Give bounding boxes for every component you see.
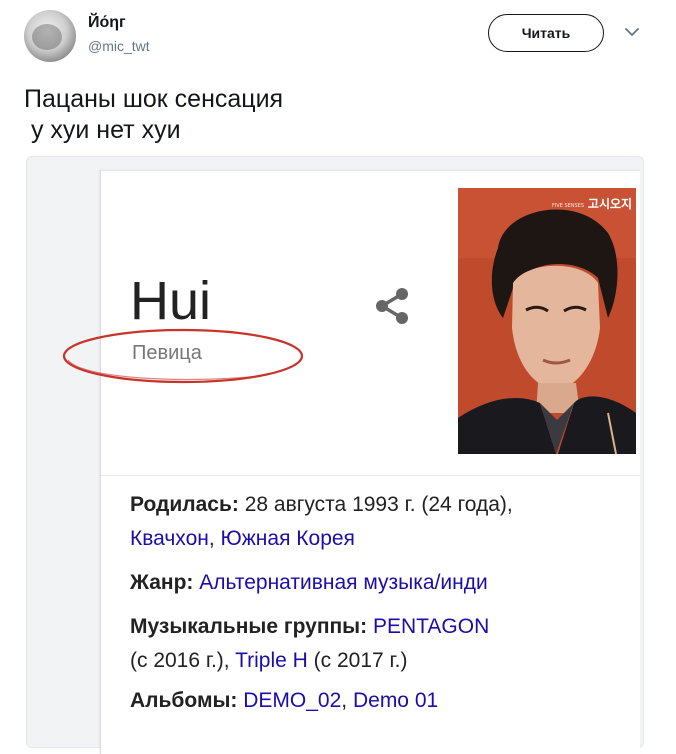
album-separator: , bbox=[341, 689, 353, 712]
group-pentagon-link[interactable]: PENTAGON bbox=[373, 615, 489, 638]
user-handle[interactable]: @mic_twt bbox=[88, 38, 150, 54]
group2-years: (с 2017 г.) bbox=[307, 649, 408, 672]
fact-born-value: 28 августа 1993 г. (24 года), bbox=[238, 493, 513, 516]
annotation-circle bbox=[62, 328, 304, 384]
panel-divider bbox=[101, 475, 640, 476]
fact-albums: Альбомы: DEMO_02, Demo 01 bbox=[130, 684, 438, 718]
genre-link[interactable]: Альтернативная музыка/инди bbox=[199, 571, 487, 594]
fact-albums-label: Альбомы: bbox=[130, 689, 238, 712]
group-triple-h-link[interactable]: Triple H bbox=[235, 649, 308, 672]
chevron-down-icon[interactable] bbox=[624, 24, 640, 40]
fact-groups: Музыкальные группы: PENTAGON (с 2016 г.)… bbox=[130, 610, 489, 678]
artist-photo[interactable]: 고시오지 FIVE SENSES bbox=[458, 188, 636, 454]
share-icon[interactable] bbox=[372, 285, 412, 327]
fact-born: Родилась: 28 августа 1993 г. (24 года), … bbox=[130, 488, 513, 556]
user-display-name[interactable]: Йо́ηг bbox=[88, 14, 126, 32]
magazine-title: 고시오지 bbox=[588, 196, 632, 211]
fact-genre-label: Жанр: bbox=[130, 571, 194, 594]
album-demo01-link[interactable]: Demo 01 bbox=[353, 689, 438, 712]
fact-groups-label: Музыкальные группы: bbox=[130, 615, 368, 638]
cover-caption: FIVE SENSES bbox=[552, 203, 584, 209]
follow-button[interactable]: Читать bbox=[488, 14, 604, 52]
tweet-text: Пацаны шок сенсация у хуи нет хуи bbox=[24, 84, 283, 146]
panel-title: Hui bbox=[130, 271, 212, 331]
tweet-text-line-2: у хуи нет хуи bbox=[24, 116, 181, 144]
avatar[interactable] bbox=[24, 10, 76, 62]
fact-genre: Жанр: Альтернативная музыка/инди bbox=[130, 566, 488, 600]
group1-years: (с 2016 г.), bbox=[130, 649, 236, 672]
born-city-link[interactable]: Квачхон bbox=[130, 527, 209, 550]
fact-born-label: Родилась: bbox=[130, 493, 239, 516]
born-country-link[interactable]: Южная Корея bbox=[221, 527, 355, 550]
born-place-separator: , bbox=[208, 527, 221, 550]
tweet-text-line-1: Пацаны шок сенсация bbox=[24, 85, 284, 113]
album-demo02-link[interactable]: DEMO_02 bbox=[243, 689, 341, 712]
